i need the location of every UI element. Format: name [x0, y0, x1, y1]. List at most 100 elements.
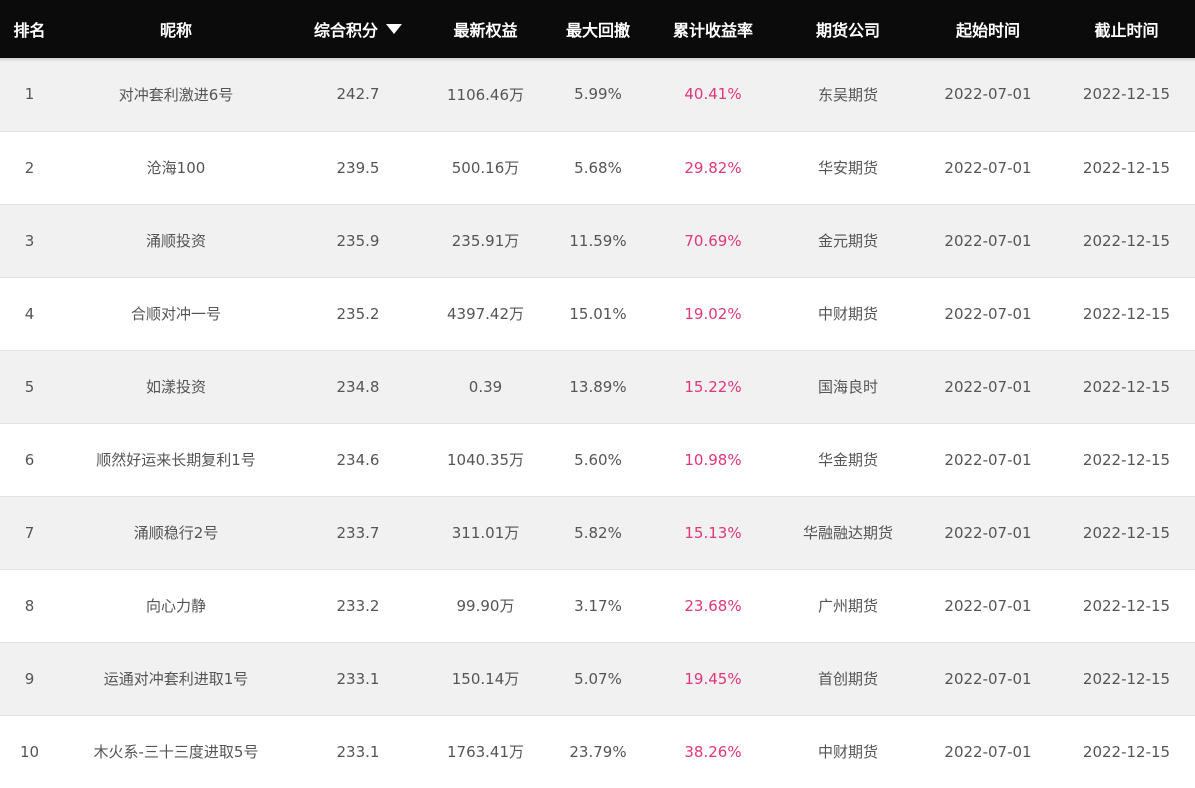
rank-cell: 1 [24, 85, 35, 104]
name-link[interactable]: 沧海100 [76, 157, 276, 178]
equity-cell: 500.16万 [451, 159, 520, 177]
name-link[interactable]: 运通对冲套利进取1号 [76, 668, 276, 689]
broker-cell: 中财期货 [817, 743, 878, 761]
header-start[interactable]: 起始时间 [918, 0, 1058, 58]
header-row: 排名 昵称 综合积分 最新权益 最大回撤 累计收益率 期货公司 起始时间 截止时… [0, 0, 1195, 58]
end-date-cell: 2022-12-15 [1082, 596, 1171, 615]
start-date-cell: 2022-07-01 [944, 523, 1032, 542]
table-row[interactable]: 8 向心力静 233.2 99.90万 3.17% 23.68% 广州期货 2022-07-0… [0, 569, 1195, 642]
rank-cell: 2 [24, 158, 35, 177]
end-date-cell: 2022-12-15 [1082, 450, 1171, 469]
name-link[interactable]: 涌顺稳行2号 [76, 522, 276, 543]
return-cell: 40.41% [684, 85, 742, 104]
equity-cell: 1106.46万 [446, 85, 525, 104]
sort-descending-icon[interactable] [386, 24, 402, 34]
header-equity[interactable]: 最新权益 [423, 0, 548, 58]
score-cell: 234.6 [336, 450, 380, 469]
name-cell: 沧海100 [59, 131, 293, 204]
name-link[interactable]: 涌顺投资 [76, 230, 276, 251]
return-cell: 10.98% [684, 450, 742, 469]
drawdown-cell: 11.59% [569, 231, 627, 250]
equity-cell: 150.14万 [451, 670, 520, 688]
table-row[interactable]: 1 对冲套利激进6号 242.7 1106.46万 5.99% 40.41% 东吴期货 202… [0, 58, 1195, 131]
return-cell: 38.26% [684, 742, 742, 761]
header-score[interactable]: 综合积分 [293, 0, 423, 58]
drawdown-cell: 5.82% [574, 523, 622, 542]
header-broker[interactable]: 期货公司 [778, 0, 918, 58]
equity-cell: 235.91万 [451, 232, 520, 250]
name-link[interactable]: 木火系-三十三度进取5号 [76, 741, 276, 762]
table-row[interactable]: 7 涌顺稳行2号 233.7 311.01万 5.82% 15.13% 华融融达期货 2022… [0, 496, 1195, 569]
drawdown-cell: 15.01% [569, 304, 627, 323]
equity-cell: 311.01万 [451, 524, 520, 542]
name-link[interactable]: 向心力静 [76, 595, 276, 616]
table-row[interactable]: 9 运通对冲套利进取1号 233.1 150.14万 5.07% 19.45% 首创期货 20… [0, 642, 1195, 715]
broker-cell: 东吴期货 [817, 85, 878, 104]
ranking-table: 排名 昵称 综合积分 最新权益 最大回撤 累计收益率 期货公司 起始时间 截止时… [0, 0, 1195, 788]
table-row[interactable]: 3 涌顺投资 235.9 235.91万 11.59% 70.69% 金元期货 2022-07… [0, 204, 1195, 277]
header-return[interactable]: 累计收益率 [648, 0, 778, 58]
drawdown-cell: 3.17% [574, 596, 622, 615]
name-cell: 顺然好运来长期复利1号 [59, 423, 293, 496]
broker-cell: 国海良时 [817, 378, 878, 396]
return-cell: 70.69% [684, 231, 742, 250]
return-cell: 29.82% [684, 158, 742, 177]
drawdown-cell: 23.79% [569, 742, 627, 761]
start-date-cell: 2022-07-01 [944, 742, 1032, 761]
rank-cell: 7 [24, 523, 35, 542]
score-cell: 235.2 [336, 304, 380, 323]
name-cell: 合顺对冲一号 [59, 277, 293, 350]
header-drawdown[interactable]: 最大回撤 [548, 0, 648, 58]
name-cell: 如漾投资 [59, 350, 293, 423]
broker-cell: 中财期货 [817, 305, 878, 323]
drawdown-cell: 5.07% [574, 669, 622, 688]
broker-cell: 广州期货 [817, 597, 878, 615]
table-row[interactable]: 10 木火系-三十三度进取5号 233.1 1763.41万 23.79% 38.26% 中… [0, 715, 1195, 788]
end-date-cell: 2022-12-15 [1082, 669, 1171, 688]
name-link[interactable]: 合顺对冲一号 [76, 303, 276, 324]
end-date-cell: 2022-12-15 [1082, 158, 1171, 177]
end-date-cell: 2022-12-15 [1082, 231, 1171, 250]
score-cell: 233.1 [336, 742, 380, 761]
name-link[interactable]: 顺然好运来长期复利1号 [76, 449, 276, 470]
table-header: 排名 昵称 综合积分 最新权益 最大回撤 累计收益率 期货公司 起始时间 截止时… [0, 0, 1195, 58]
broker-cell: 金元期货 [817, 232, 878, 250]
score-cell: 242.7 [336, 85, 380, 104]
score-cell: 239.5 [336, 158, 380, 177]
score-cell: 233.1 [336, 669, 380, 688]
start-date-cell: 2022-07-01 [944, 85, 1032, 104]
name-cell: 涌顺投资 [59, 204, 293, 277]
table-row[interactable]: 2 沧海100 239.5 500.16万 5.68% 29.82% 华安期货 2022-07… [0, 131, 1195, 204]
start-date-cell: 2022-07-01 [944, 304, 1032, 323]
equity-cell: 1763.41万 [446, 743, 525, 761]
name-cell: 涌顺稳行2号 [59, 496, 293, 569]
equity-cell: 4397.42万 [446, 305, 525, 323]
header-end[interactable]: 截止时间 [1058, 0, 1195, 58]
table-row[interactable]: 6 顺然好运来长期复利1号 234.6 1040.35万 5.60% 10.98% 华金期货… [0, 423, 1195, 496]
table-body: 1 对冲套利激进6号 242.7 1106.46万 5.99% 40.41% 东吴期货 202… [0, 58, 1195, 788]
header-name[interactable]: 昵称 [59, 0, 293, 58]
table-row[interactable]: 4 合顺对冲一号 235.2 4397.42万 15.01% 19.02% 中财期货 2022… [0, 277, 1195, 350]
broker-cell: 华融融达期货 [802, 524, 893, 542]
end-date-cell: 2022-12-15 [1082, 377, 1171, 396]
broker-cell: 华金期货 [817, 451, 878, 469]
start-date-cell: 2022-07-01 [944, 450, 1032, 469]
rank-cell: 5 [24, 377, 35, 396]
end-date-cell: 2022-12-15 [1082, 742, 1171, 761]
return-cell: 15.22% [684, 377, 742, 396]
drawdown-cell: 5.99% [574, 85, 622, 104]
start-date-cell: 2022-07-01 [944, 596, 1032, 615]
start-date-cell: 2022-07-01 [944, 231, 1032, 250]
rank-cell: 10 [19, 742, 40, 761]
name-cell: 运通对冲套利进取1号 [59, 642, 293, 715]
name-link[interactable]: 如漾投资 [76, 376, 276, 397]
broker-cell: 首创期货 [817, 670, 878, 688]
table-row[interactable]: 5 如漾投资 234.8 0.39 13.89% 15.22% 国海良时 2022-07-01… [0, 350, 1195, 423]
name-link[interactable]: 对冲套利激进6号 [76, 84, 276, 105]
return-cell: 15.13% [684, 523, 742, 542]
rank-cell: 4 [24, 304, 35, 323]
equity-cell: 1040.35万 [446, 451, 525, 469]
drawdown-cell: 13.89% [569, 377, 627, 396]
rank-cell: 6 [24, 450, 35, 469]
header-rank[interactable]: 排名 [0, 0, 59, 58]
